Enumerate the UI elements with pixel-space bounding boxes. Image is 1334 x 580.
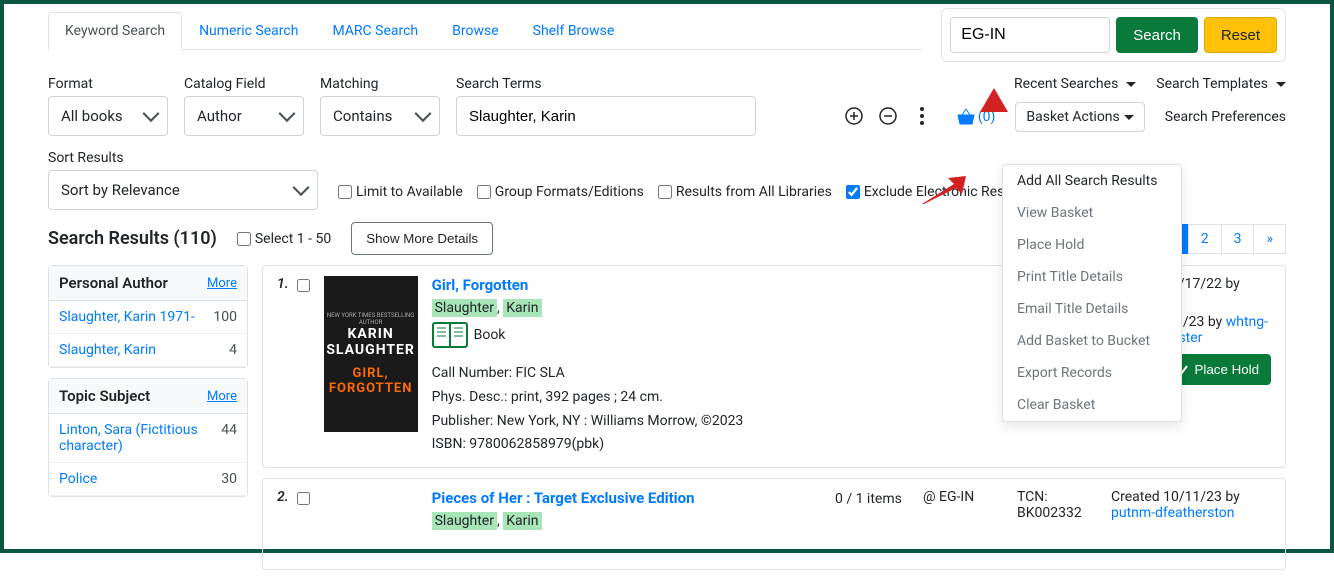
page-2[interactable]: 2 xyxy=(1188,224,1222,254)
facet-topic-subject: Topic Subject More Linton, Sara (Fictiti… xyxy=(48,378,248,497)
tab-shelf-browse[interactable]: Shelf Browse xyxy=(516,12,632,49)
menu-clear: Clear Basket xyxy=(1003,389,1181,421)
annotation-arrow xyxy=(922,176,966,204)
matching-select[interactable]: Contains xyxy=(320,96,440,136)
add-row-icon[interactable] xyxy=(840,102,868,130)
kebab-menu-icon[interactable] xyxy=(908,102,936,130)
page-3[interactable]: 3 xyxy=(1221,224,1255,254)
search-tabs: Keyword Search Numeric Search MARC Searc… xyxy=(48,12,921,50)
isbn: ISBN: 9780062858979(pbk) xyxy=(432,433,1003,457)
tab-keyword[interactable]: Keyword Search xyxy=(48,12,182,50)
result-title-link[interactable]: Pieces of Her : Target Exclusive Edition xyxy=(432,489,815,507)
menu-place-hold: Place Hold xyxy=(1003,229,1181,261)
show-more-details-button[interactable]: Show More Details xyxy=(351,222,493,255)
search-terms-input[interactable] xyxy=(456,96,756,136)
facet-title: Topic Subject xyxy=(59,387,150,405)
result-number: 2. xyxy=(277,489,289,529)
tab-numeric[interactable]: Numeric Search xyxy=(182,12,315,49)
location: @ EG-IN xyxy=(923,489,1003,505)
quick-search-box: Search Reset xyxy=(941,8,1286,62)
reset-button[interactable]: Reset xyxy=(1204,17,1277,53)
book-cover[interactable]: NEW YORK TIMES BESTSELLING AUTHOR KARIN … xyxy=(324,276,418,432)
menu-view-basket: View Basket xyxy=(1003,197,1181,229)
annotation-triangle xyxy=(980,88,1008,112)
all-libraries-checkbox[interactable]: Results from All Libraries xyxy=(658,184,832,200)
recent-searches-dropdown[interactable]: Recent Searches xyxy=(1014,76,1136,92)
facet-item[interactable]: Police 30 xyxy=(49,463,247,496)
matching-label: Matching xyxy=(320,76,440,92)
facet-item[interactable]: Slaughter, Karin 1971- 100 xyxy=(49,301,247,334)
menu-export: Export Records xyxy=(1003,357,1181,389)
sort-label: Sort Results xyxy=(48,150,318,166)
search-terms-label: Search Terms xyxy=(456,76,824,92)
format-label: Book xyxy=(474,327,506,343)
facet-more-link[interactable]: More xyxy=(207,389,237,404)
search-button[interactable]: Search xyxy=(1116,17,1198,53)
menu-add-bucket: Add Basket to Bucket xyxy=(1003,325,1181,357)
facet-item[interactable]: Linton, Sara (Fictitious character) 44 xyxy=(49,414,247,463)
search-preferences-link[interactable]: Search Preferences xyxy=(1165,109,1286,125)
basket-actions-dropdown[interactable]: Basket Actions xyxy=(1015,102,1144,132)
catalog-field-select[interactable]: Author xyxy=(184,96,304,136)
result-select-checkbox[interactable] xyxy=(297,492,310,505)
result-title-link[interactable]: Girl, Forgotten xyxy=(432,276,1003,294)
sort-select[interactable]: Sort by Relevance xyxy=(48,170,318,210)
search-templates-dropdown[interactable]: Search Templates xyxy=(1156,76,1286,92)
catalog-field-label: Catalog Field xyxy=(184,76,304,92)
tab-marc[interactable]: MARC Search xyxy=(315,12,435,49)
book-icon xyxy=(432,322,468,348)
page-next[interactable]: » xyxy=(1253,224,1286,254)
menu-print-details: Print Title Details xyxy=(1003,261,1181,293)
call-number: Call Number: FIC SLA xyxy=(432,362,1003,386)
menu-add-all[interactable]: Add All Search Results xyxy=(1003,165,1181,197)
result-item: 2. Pieces of Her : Target Exclusive Edit… xyxy=(262,478,1286,570)
limit-available-checkbox[interactable]: Limit to Available xyxy=(338,184,463,200)
results-title: Search Results (110) xyxy=(48,228,217,249)
facet-title: Personal Author xyxy=(59,274,168,292)
facet-personal-author: Personal Author More Slaughter, Karin 19… xyxy=(48,265,248,368)
remove-row-icon[interactable] xyxy=(874,102,902,130)
result-select-checkbox[interactable] xyxy=(297,279,310,292)
group-formats-checkbox[interactable]: Group Formats/Editions xyxy=(477,184,644,200)
publisher: Publisher: New York, NY : Williams Morro… xyxy=(432,410,1003,434)
availability-stats: 0 / 1 items xyxy=(829,489,909,529)
format-label: Format xyxy=(48,76,168,92)
tab-browse[interactable]: Browse xyxy=(435,12,515,49)
quick-search-input[interactable] xyxy=(950,17,1110,53)
facets-sidebar: Personal Author More Slaughter, Karin 19… xyxy=(48,265,248,580)
tcn-value: BK002332 xyxy=(1017,505,1097,521)
select-all-checkbox[interactable]: Select 1 - 50 xyxy=(237,231,331,247)
tcn-label: TCN: xyxy=(1017,489,1097,505)
result-number: 1. xyxy=(277,276,289,457)
facet-item[interactable]: Slaughter, Karin 4 xyxy=(49,334,247,367)
basket-actions-menu: Add All Search Results View Basket Place… xyxy=(1002,164,1182,422)
phys-desc: Phys. Desc.: print, 392 pages ; 24 cm. xyxy=(432,386,1003,410)
facet-more-link[interactable]: More xyxy=(207,276,237,291)
menu-email-details: Email Title Details xyxy=(1003,293,1181,325)
created-by-link[interactable]: putnm-dfeatherston xyxy=(1111,505,1235,521)
format-select[interactable]: All books xyxy=(48,96,168,136)
